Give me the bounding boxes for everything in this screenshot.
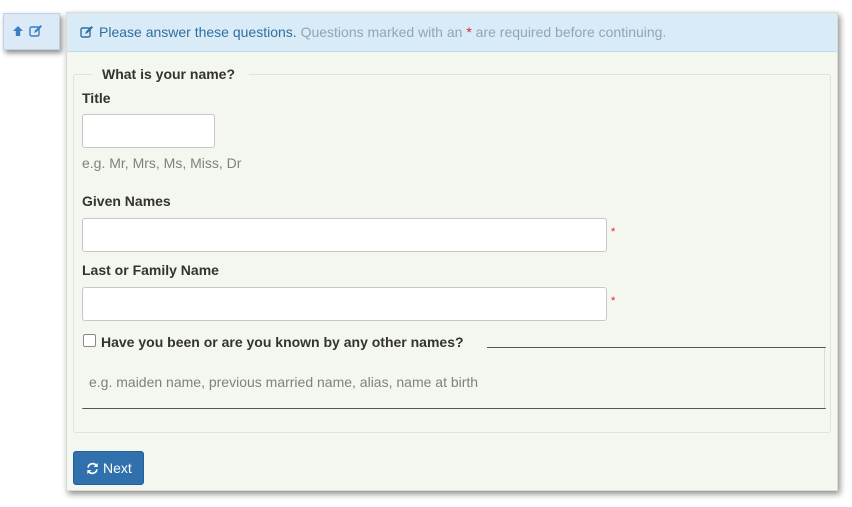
last-name-required-marker: * <box>611 295 616 307</box>
next-button-label: Next <box>103 460 132 476</box>
other-names-divider-top <box>487 347 826 348</box>
alert-main-text: Please answer these questions. <box>99 24 297 40</box>
other-names-checkbox[interactable] <box>83 334 96 347</box>
last-name-input[interactable] <box>82 287 607 321</box>
info-alert: Please answer these questions. Questions… <box>67 13 837 52</box>
edit-icon[interactable] <box>29 24 43 38</box>
title-input[interactable] <box>82 114 215 148</box>
title-help-text: e.g. Mr, Mrs, Ms, Miss, Dr <box>82 155 242 171</box>
alert-text: Please answer these questions. Questions… <box>99 24 666 40</box>
fieldset-legend: What is your name? <box>92 64 250 84</box>
given-names-label: Given Names <box>82 193 171 209</box>
other-names-help-text: e.g. maiden name, previous married name,… <box>89 374 479 390</box>
alert-sub-text-after: are required before continuing. <box>475 24 667 40</box>
question-panel: Please answer these questions. Questions… <box>66 12 838 491</box>
title-label: Title <box>82 90 111 106</box>
last-name-label: Last or Family Name <box>82 262 219 278</box>
edit-icon <box>80 26 93 38</box>
refresh-icon <box>87 462 98 475</box>
other-names-divider-right <box>824 348 825 408</box>
given-names-required-marker: * <box>611 226 616 238</box>
given-names-input[interactable] <box>82 218 607 252</box>
other-names-divider-bottom <box>82 408 826 409</box>
alert-sub-text-before: Questions marked with an <box>300 24 463 40</box>
required-marker: * <box>466 24 472 40</box>
side-navigation-tab[interactable] <box>3 13 60 50</box>
next-button[interactable]: Next <box>73 451 144 485</box>
arrow-up-icon[interactable] <box>12 25 24 37</box>
other-names-label[interactable]: Have you been or are you known by any ot… <box>101 334 464 350</box>
name-fieldset: What is your name? Title e.g. Mr, Mrs, M… <box>73 64 831 433</box>
